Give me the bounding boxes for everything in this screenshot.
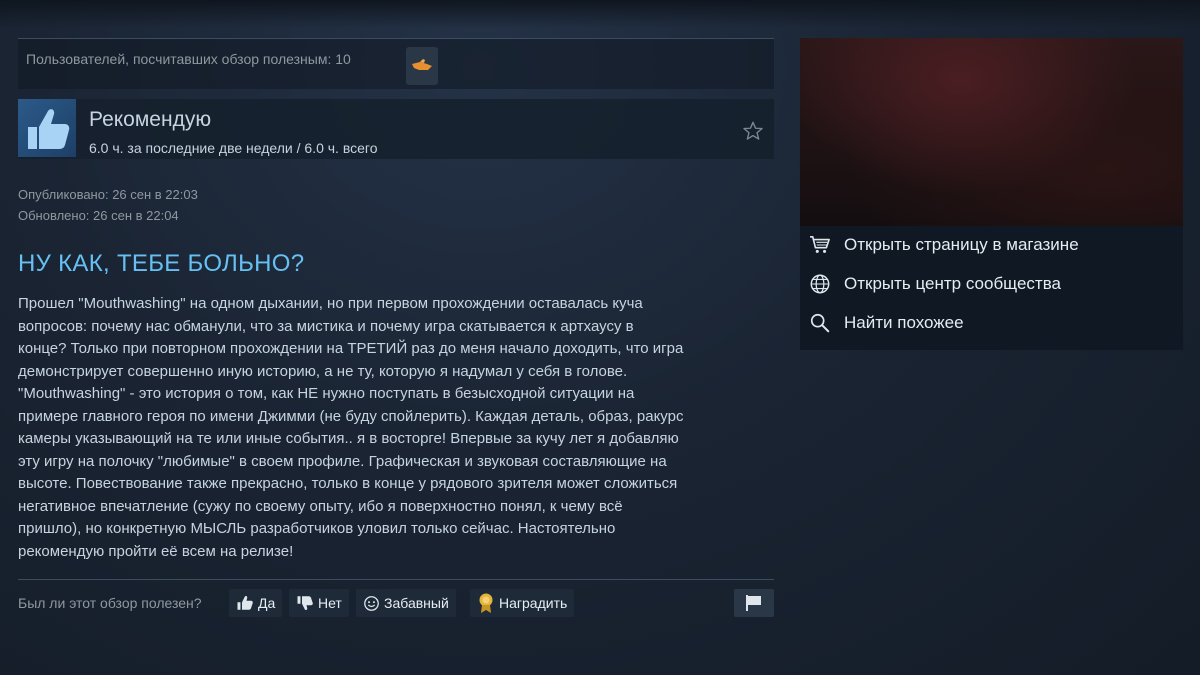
review-dates: Опубликовано: 26 сен в 22:03 Обновлено: … — [18, 184, 198, 226]
sidebar-panel: Открыть страницу в магазине Открыть цент… — [800, 38, 1183, 350]
award-button[interactable]: Наградить — [470, 589, 575, 617]
review-line: камеры указывающий на те или иные событи… — [18, 430, 679, 447]
award-medal-icon — [479, 593, 493, 613]
vote-yes-label: Да — [258, 595, 276, 611]
review-line: конце? Только при повторном прохождении … — [18, 340, 684, 357]
vote-no-label: Нет — [318, 595, 342, 611]
thumbs-up-icon — [237, 595, 253, 610]
star-icon[interactable] — [742, 120, 764, 142]
vote-funny-label: Забавный — [384, 595, 449, 611]
review-line: "Mouthwashing" - это история о том, как … — [18, 385, 635, 402]
review-line: вопросов: почему нас обманули, что за ми… — [18, 317, 634, 335]
review-body: Прошел "Mouthwashing" на одном дыхании, … — [18, 293, 774, 563]
review-line: пришло), но конкретную МЫСЛЬ разработчик… — [18, 520, 616, 537]
store-page-label: Открыть страницу в магазине — [844, 235, 1079, 254]
helpful-count-text: Пользователей, посчитавших обзор полезны… — [26, 51, 351, 67]
review-line: эту игру на полочку "любимые" в своем пр… — [18, 452, 667, 470]
find-similar-link[interactable]: Найти похожее — [808, 308, 1178, 338]
recommendation-header: Рекомендую 6.0 ч. за последние две недел… — [18, 99, 774, 159]
cart-icon — [808, 233, 832, 257]
recommendation-label: Рекомендую — [89, 108, 212, 131]
helpful-summary-bar: Пользователей, посчитавших обзор полезны… — [18, 38, 774, 89]
store-page-link[interactable]: Открыть страницу в магазине — [808, 230, 1178, 260]
hand-award-icon — [412, 59, 432, 70]
helpful-question: Был ли этот обзор полезен? — [18, 595, 202, 611]
thumbs-up-icon — [18, 99, 76, 157]
smiley-icon — [364, 595, 379, 611]
globe-icon — [808, 272, 832, 296]
review-line: демонстрирует совершенно иную историю, а… — [18, 362, 628, 380]
vote-funny-button[interactable]: Забавный — [356, 589, 456, 617]
divider — [18, 579, 774, 580]
review-title: НУ КАК, ТЕБЕ БОЛЬНО? — [18, 250, 305, 277]
review-line: высоте. Повествование также прекрасно, т… — [18, 475, 678, 492]
updated-date: Обновлено: 26 сен в 22:04 — [18, 208, 179, 223]
thumbs-down-icon — [297, 596, 313, 611]
community-hub-label: Открыть центр сообщества — [844, 274, 1062, 293]
vote-no-button[interactable]: Нет — [289, 589, 349, 617]
report-button[interactable] — [734, 589, 774, 617]
review-line: негативное впечатление (сужу по своему о… — [18, 497, 623, 515]
review-line: Прошел "Mouthwashing" на одном дыхании, … — [18, 295, 643, 312]
community-hub-link[interactable]: Открыть центр сообщества — [808, 269, 1178, 299]
award-label: Наградить — [499, 595, 568, 611]
playtime-hours: 6.0 ч. за последние две недели / 6.0 ч. … — [89, 140, 378, 156]
game-capsule-image[interactable] — [800, 38, 1183, 226]
review-line: рекомендую пройти её всем на релизе! — [18, 542, 294, 560]
vote-controls: Был ли этот обзор полезен? Да Нет Забавн… — [18, 589, 774, 619]
top-shadow — [0, 0, 1200, 28]
award-badge[interactable] — [406, 47, 438, 85]
flag-icon — [746, 595, 761, 611]
review-line: примере главного героя по имени Джимми (… — [18, 407, 684, 425]
search-icon — [808, 311, 832, 335]
published-date: Опубликовано: 26 сен в 22:03 — [18, 187, 198, 202]
vote-yes-button[interactable]: Да — [229, 589, 283, 617]
find-similar-label: Найти похожее — [844, 313, 964, 332]
